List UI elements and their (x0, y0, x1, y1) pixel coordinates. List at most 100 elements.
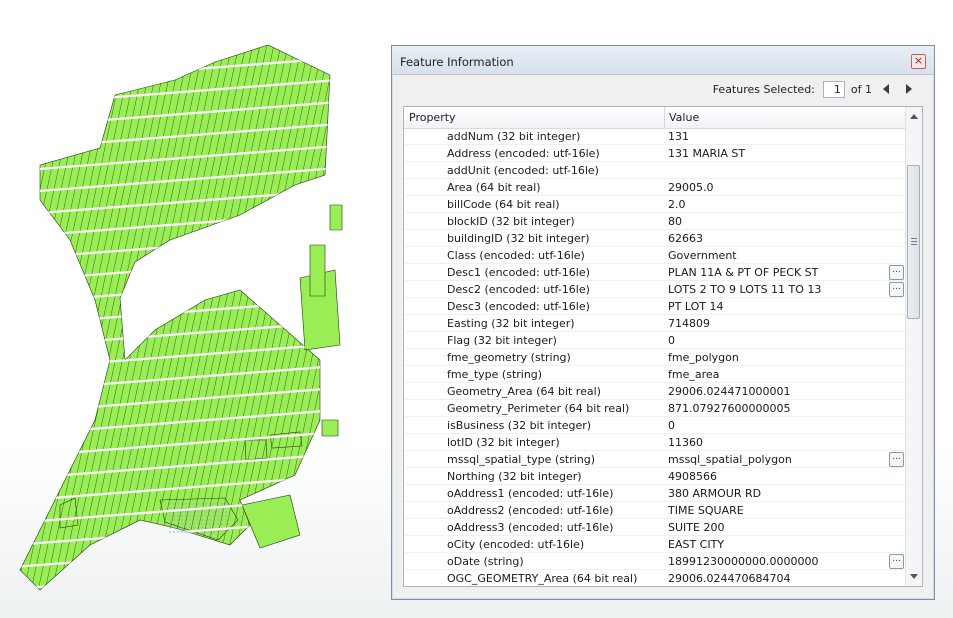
ellipsis-button[interactable]: ... (889, 452, 904, 467)
ellipsis-button[interactable]: ... (889, 282, 904, 297)
table-row[interactable]: Desc2 (encoded: utf-16le) LOTS 2 TO 9 LOT… (404, 281, 906, 298)
table-row[interactable]: Address (encoded: utf-16le) 131 MARIA ST (404, 145, 906, 162)
table-row[interactable]: fme_geometry (string) fme_polygon (404, 349, 906, 366)
value-cell: mssql_spatial_polygon (668, 453, 792, 466)
table-body: addNum (32 bit integer) 131 Address (encod… (404, 128, 906, 586)
property-cell: oAddress2 (encoded: utf-16le) (447, 504, 614, 517)
table-row[interactable]: blockID (32 bit integer) 80 (404, 213, 906, 230)
selection-hatch-dot (169, 523, 171, 525)
property-cell: Geometry_Perimeter (64 bit real) (447, 402, 630, 415)
property-cell: Address (encoded: utf-16le) (447, 147, 600, 160)
column-header-property[interactable]: Property (409, 111, 456, 124)
selection-hatch-dot (201, 503, 203, 505)
value-cell: 18991230000000.0000000 (668, 555, 819, 568)
parcel-block[interactable] (321, 419, 339, 437)
table-row[interactable]: Desc3 (encoded: utf-16le) PT LOT 14 (404, 298, 906, 315)
ellipsis-button[interactable]: ... (889, 265, 904, 280)
selection-hatch-dot (189, 511, 191, 513)
selection-hatch-dot (213, 511, 215, 513)
table-row[interactable]: Desc1 (encoded: utf-16le) PLAN 11A & PT O… (404, 264, 906, 281)
close-icon[interactable]: × (911, 54, 926, 69)
selection-hatch-dot (197, 511, 199, 513)
vertical-scrollbar[interactable] (905, 107, 922, 586)
property-cell: Flag (32 bit integer) (447, 334, 557, 347)
selection-hatch-dot (201, 523, 203, 525)
table-row[interactable]: buildingID (32 bit integer) 62663 (404, 230, 906, 247)
parcel-block[interactable] (309, 244, 326, 297)
table-row[interactable]: addUnit (encoded: utf-16le) (404, 162, 906, 179)
next-feature-arrow-icon[interactable] (902, 82, 916, 96)
scroll-up-arrow-icon[interactable] (906, 109, 922, 125)
property-cell: billCode (64 bit real) (447, 198, 560, 211)
value-cell: fme_polygon (668, 351, 739, 364)
value-cell: 714809 (668, 317, 710, 330)
scroll-down-arrow-icon[interactable] (906, 568, 922, 584)
property-cell: buildingID (32 bit integer) (447, 232, 590, 245)
table-row[interactable]: oAddress2 (encoded: utf-16le) TIME SQUARE (404, 502, 906, 519)
parcel-block[interactable] (241, 494, 301, 549)
table-row[interactable]: oCity (encoded: utf-16le) EAST CITY (404, 536, 906, 553)
parcel-map[interactable] (0, 0, 390, 618)
property-cell: mssql_spatial_type (string) (447, 453, 596, 466)
selection-hatch-dot (181, 531, 183, 533)
property-cell: Desc3 (encoded: utf-16le) (447, 300, 590, 313)
ellipsis-button[interactable]: ... (889, 554, 904, 569)
value-cell: SUITE 200 (668, 521, 725, 534)
selection-hatch-dot (181, 511, 183, 513)
table-row[interactable]: Class (encoded: utf-16le) Government (404, 247, 906, 264)
table-row[interactable]: Area (64 bit real) 29005.0 (404, 179, 906, 196)
selection-hatch-dot (173, 503, 175, 505)
selection-hatch-dot (209, 531, 211, 533)
selection-hatch-dot (181, 515, 183, 517)
table-row[interactable]: billCode (64 bit real) 2.0 (404, 196, 906, 213)
table-row[interactable]: isBusiness (32 bit integer) 0 (404, 417, 906, 434)
selection-hatch-dot (181, 523, 183, 525)
table-row[interactable]: fme_type (string) fme_area (404, 366, 906, 383)
selection-hatch-dot (189, 519, 191, 521)
table-row[interactable]: addNum (32 bit integer) 131 (404, 128, 906, 145)
selection-hatch-dot (193, 527, 195, 529)
parcel-block[interactable] (329, 204, 343, 231)
selection-hatch-dot (185, 527, 187, 529)
property-cell: isBusiness (32 bit integer) (447, 419, 592, 432)
table-row[interactable]: oAddress1 (encoded: utf-16le) 380 ARMOUR … (404, 485, 906, 502)
table-row[interactable]: OGC_GEOMETRY_Area (64 bit real) 29006.024… (404, 570, 906, 586)
table-row[interactable]: lotID (32 bit integer) 11360 (404, 434, 906, 451)
selection-hatch-dot (193, 519, 195, 521)
selection-hatch-dot (225, 511, 227, 513)
selection-hatch-dot (205, 531, 207, 533)
column-separator[interactable] (664, 107, 665, 128)
selection-hatch-dot (197, 503, 199, 505)
window-titlebar[interactable]: Feature Information × (392, 46, 934, 75)
selection-hatch-dot (185, 511, 187, 513)
feature-information-window: Feature Information × Features Selected:… (391, 45, 935, 600)
selection-hatch-dot (169, 515, 171, 517)
scrollbar-thumb[interactable] (907, 165, 920, 319)
table-row[interactable]: Northing (32 bit integer) 4908566 (404, 468, 906, 485)
table-row[interactable]: mssql_spatial_type (string) mssql_spatial… (404, 451, 906, 468)
selection-hatch-dot (197, 523, 199, 525)
selection-hatch-dot (209, 519, 211, 521)
property-cell: Easting (32 bit integer) (447, 317, 575, 330)
column-header-value[interactable]: Value (669, 111, 699, 124)
previous-feature-arrow-icon[interactable] (880, 82, 894, 96)
table-row[interactable]: Geometry_Area (64 bit real) 29006.0244710… (404, 383, 906, 400)
table-row[interactable]: oAddress3 (encoded: utf-16le) SUITE 200 (404, 519, 906, 536)
table-row[interactable]: Easting (32 bit integer) 714809 (404, 315, 906, 332)
selection-hatch-dot (173, 519, 175, 521)
table-row[interactable]: oDate (string) 18991230000000.0000000... (404, 553, 906, 570)
value-cell: 4908566 (668, 470, 717, 483)
parcel-block[interactable] (244, 439, 268, 461)
selection-hatch-dot (221, 519, 223, 521)
property-cell: Northing (32 bit integer) (447, 470, 582, 483)
feature-index-field[interactable]: 1 (822, 80, 845, 98)
value-cell: 11360 (668, 436, 703, 449)
value-cell: LOTS 2 TO 9 LOTS 11 TO 13 (668, 283, 822, 296)
table-row[interactable]: Flag (32 bit integer) 0 (404, 332, 906, 349)
table-row[interactable]: Geometry_Perimeter (64 bit real) 871.0792… (404, 400, 906, 417)
value-cell: PLAN 11A & PT OF PECK ST (668, 266, 819, 279)
property-cell: oDate (string) (447, 555, 524, 568)
selection-hatch-dot (185, 503, 187, 505)
selection-hatch-dot (173, 527, 175, 529)
selection-hatch-dot (217, 515, 219, 517)
